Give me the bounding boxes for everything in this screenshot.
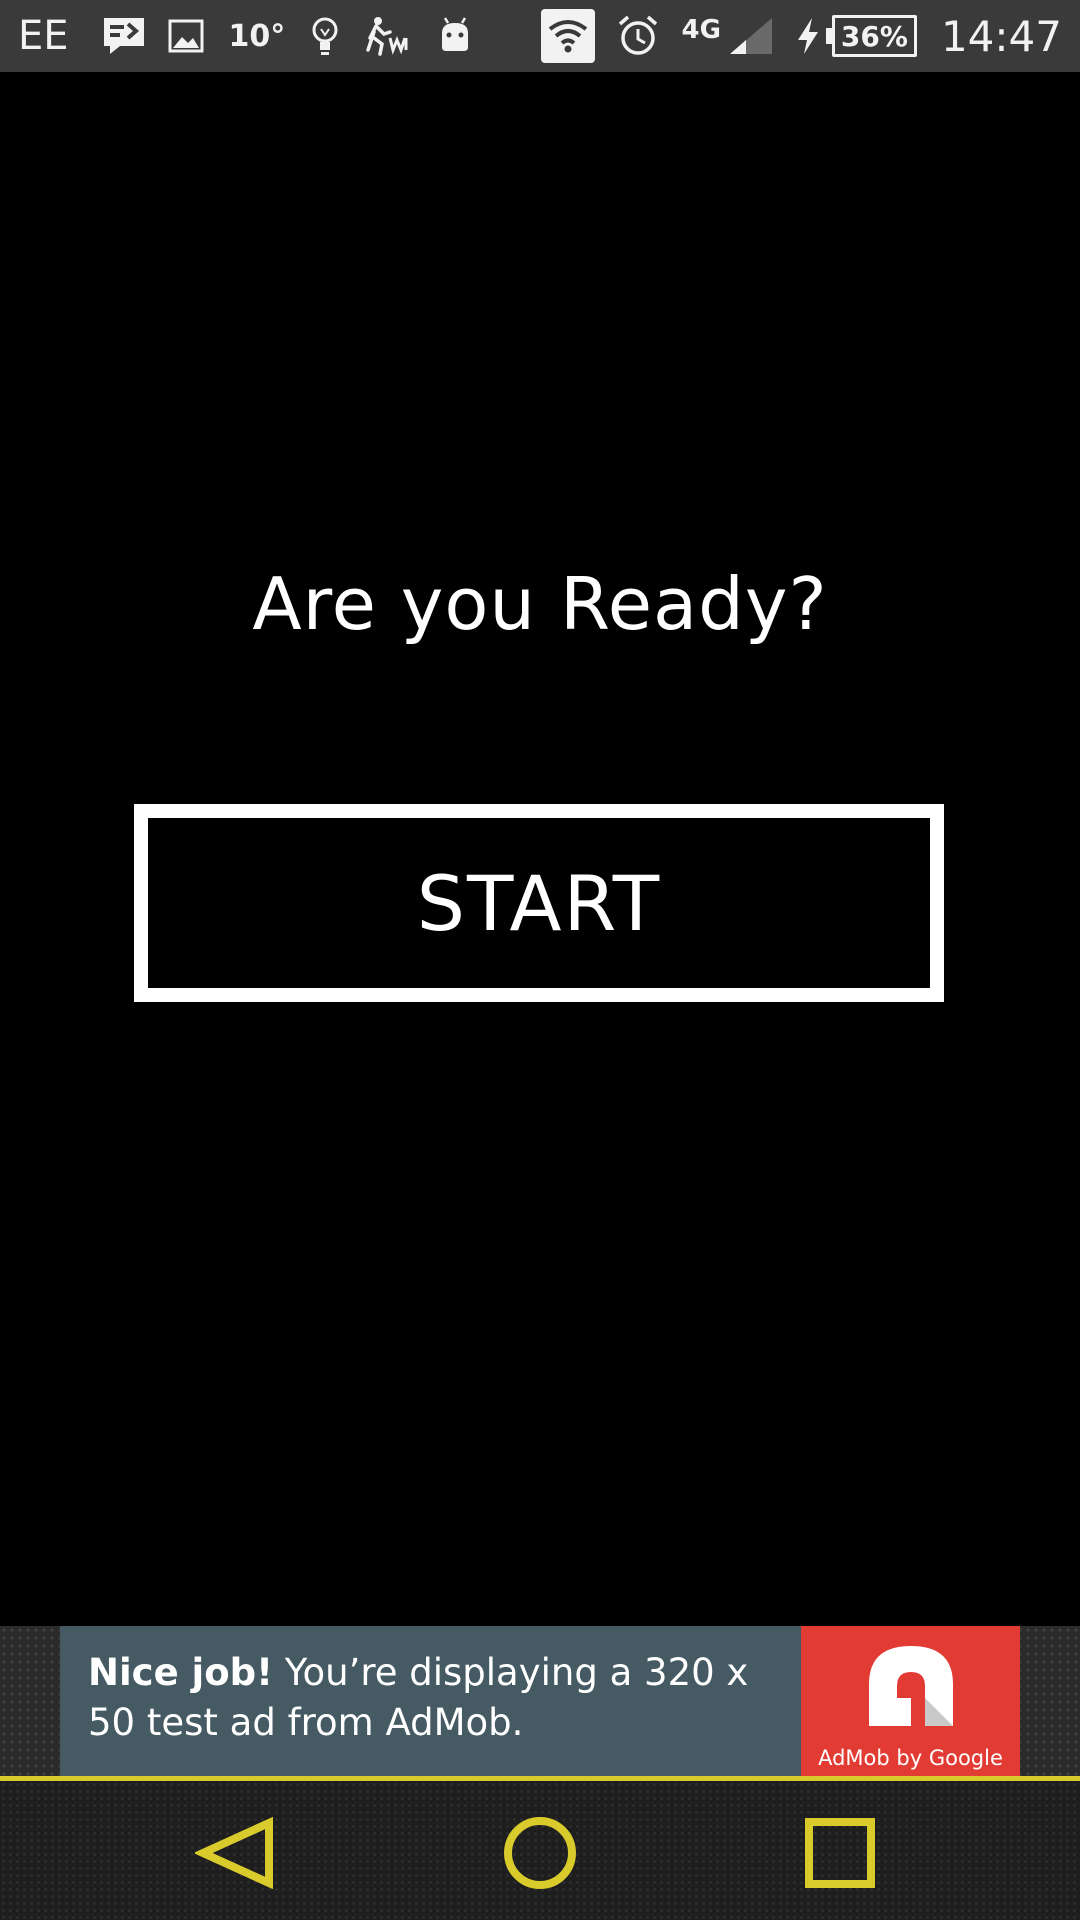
carrier-name: EE bbox=[18, 13, 69, 59]
network-type: 4G bbox=[681, 15, 721, 45]
start-button[interactable]: START bbox=[134, 804, 944, 1002]
admob-logo-panel: AdMob by Google bbox=[801, 1626, 1020, 1776]
clock: 14:47 bbox=[940, 11, 1062, 61]
alarm-icon bbox=[616, 14, 660, 58]
bulb-icon bbox=[310, 15, 340, 57]
battery-indicator: 36% bbox=[825, 15, 917, 57]
ad-headline: Nice job! bbox=[88, 1651, 274, 1694]
admob-logo-icon bbox=[863, 1640, 959, 1736]
android-icon bbox=[436, 17, 474, 55]
signal-icon bbox=[728, 16, 774, 56]
home-icon[interactable] bbox=[498, 1811, 582, 1895]
ad-brand-label: AdMob by Google bbox=[818, 1746, 1003, 1770]
running-app-icon bbox=[362, 16, 414, 56]
status-bar: EE 10° 4G 36% 14:47 bbox=[0, 0, 1080, 72]
recents-icon[interactable] bbox=[798, 1811, 882, 1895]
wifi-icon bbox=[541, 9, 596, 63]
test-ad-banner[interactable]: Nice job! You’re displaying a 320 x 50 t… bbox=[60, 1626, 1020, 1776]
screen: EE 10° 4G 36% 14:47 Are you Ready? START… bbox=[0, 0, 1080, 1920]
gallery-icon bbox=[168, 19, 204, 53]
charging-icon bbox=[796, 16, 820, 56]
navigation-bar bbox=[0, 1781, 1080, 1920]
back-icon[interactable] bbox=[193, 1811, 277, 1895]
status-left: EE 10° bbox=[14, 13, 485, 59]
message-icon bbox=[102, 16, 146, 56]
ad-text: Nice job! You’re displaying a 320 x 50 t… bbox=[60, 1626, 801, 1776]
status-right: 4G 36% 14:47 bbox=[531, 9, 1066, 63]
battery-level: 36% bbox=[831, 15, 917, 57]
temperature: 10° bbox=[228, 18, 286, 54]
ready-prompt: Are you Ready? bbox=[252, 562, 828, 646]
